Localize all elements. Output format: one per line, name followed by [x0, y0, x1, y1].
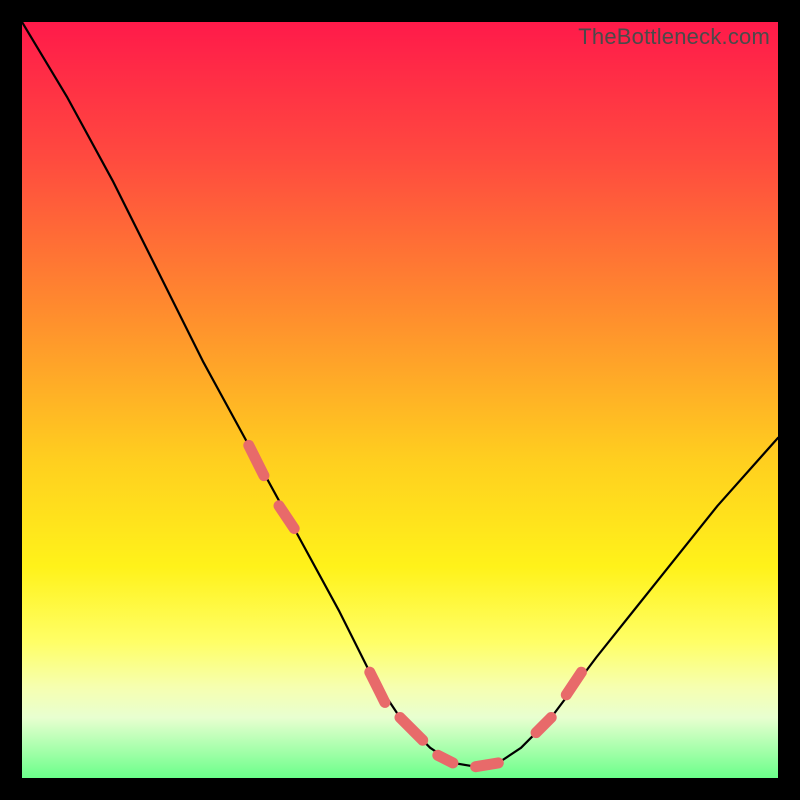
highlight-dash [536, 718, 551, 733]
highlight-dash [438, 755, 453, 763]
highlight-dash [249, 445, 264, 475]
curve-path [22, 22, 778, 767]
highlight-dash [279, 506, 294, 529]
bottleneck-curve [22, 22, 778, 778]
highlight-dash [370, 672, 385, 702]
plot-area: TheBottleneck.com [22, 22, 778, 778]
highlight-dash [476, 763, 499, 767]
chart-frame: TheBottleneck.com [0, 0, 800, 800]
highlight-dash [566, 672, 581, 695]
highlight-dash [400, 718, 423, 741]
